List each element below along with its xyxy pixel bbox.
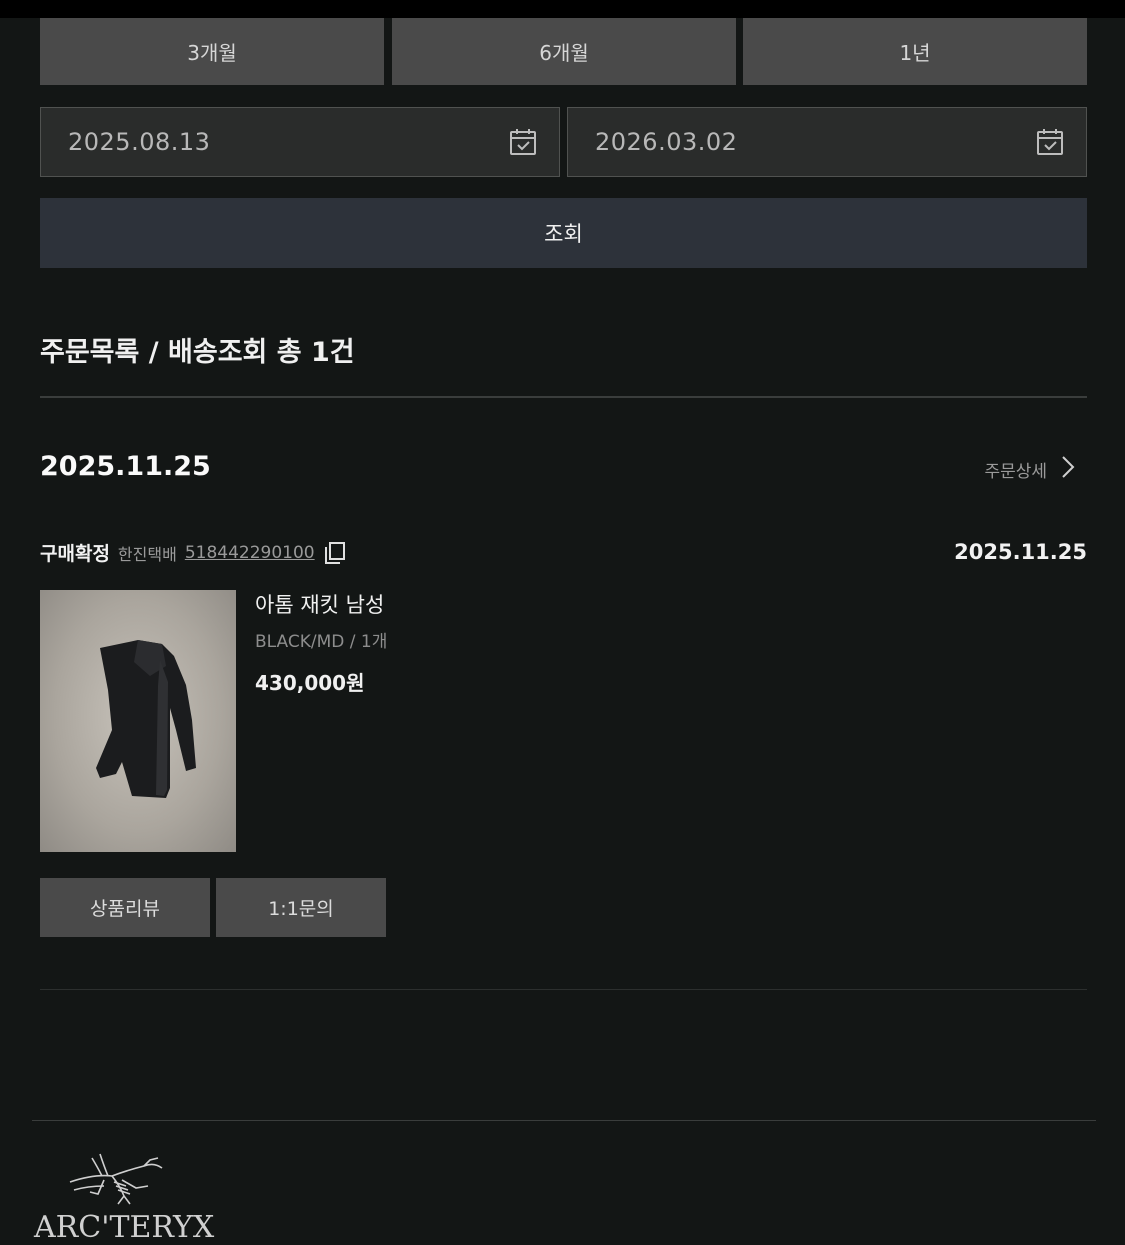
- section-divider: [40, 396, 1087, 398]
- start-date-value: 2025.08.13: [68, 128, 211, 156]
- status-bar: [0, 0, 1125, 18]
- order-detail-link[interactable]: 주문상세: [984, 455, 1075, 484]
- courier-name: 한진택배: [117, 544, 177, 564]
- period-3-months-button[interactable]: 3개월: [40, 18, 384, 85]
- order-detail-label: 주문상세: [984, 462, 1047, 482]
- product-options: BLACK/MD / 1개: [255, 632, 388, 652]
- product-name[interactable]: 아톰 재킷 남성: [255, 589, 384, 619]
- tracking-number-link[interactable]: 518442290100: [185, 543, 315, 563]
- order-status: 구매확정: [40, 543, 110, 565]
- copy-icon[interactable]: [323, 541, 347, 565]
- product-image[interactable]: [40, 590, 236, 852]
- period-1-year-button[interactable]: 1년: [743, 18, 1087, 85]
- arcteryx-logo-icon: [64, 1146, 168, 1210]
- end-date-value: 2026.03.02: [595, 128, 738, 156]
- status-date: 2025.11.25: [954, 540, 1087, 564]
- review-button[interactable]: 상품리뷰: [40, 878, 210, 937]
- chevron-right-icon: [1061, 455, 1075, 484]
- end-date-field[interactable]: 2026.03.02: [567, 107, 1087, 177]
- product-price: 430,000원: [255, 671, 365, 695]
- calendar-icon[interactable]: [1034, 126, 1066, 158]
- period-6-months-button[interactable]: 6개월: [392, 18, 736, 85]
- order-divider: [40, 989, 1087, 990]
- delivery-status-row: 구매확정 한진택배 518442290100: [40, 539, 347, 566]
- page-title: 주문목록 / 배송조회 총 1건: [40, 337, 355, 368]
- inquiry-button[interactable]: 1:1문의: [216, 878, 386, 937]
- footer-divider: [32, 1120, 1096, 1121]
- order-date: 2025.11.25: [40, 451, 211, 482]
- search-button[interactable]: 조회: [40, 198, 1087, 268]
- calendar-icon[interactable]: [507, 126, 539, 158]
- start-date-field[interactable]: 2025.08.13: [40, 107, 560, 177]
- brand-wordmark[interactable]: ARC'TERYX: [34, 1210, 214, 1245]
